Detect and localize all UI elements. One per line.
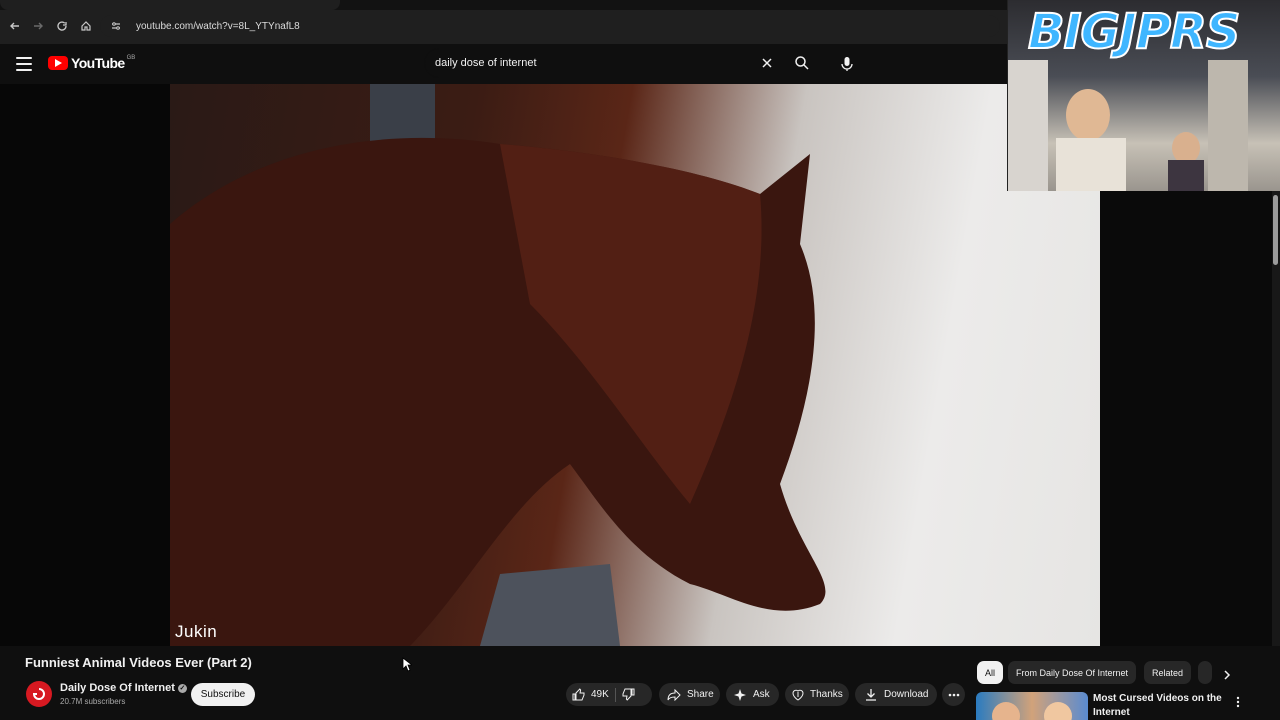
search-box[interactable]: daily dose of internet: [424, 48, 784, 78]
more-horizontal-icon: [948, 689, 960, 700]
chip-partial[interactable]: [1198, 661, 1212, 684]
back-icon[interactable]: [5, 16, 25, 36]
webcam-overlay-title: BIGJPRS: [1027, 3, 1241, 61]
video-watermark: Jukin: [175, 622, 218, 641]
channel-name-row[interactable]: Daily Dose Of Internet ✓: [60, 682, 187, 694]
more-vertical-icon[interactable]: [1232, 694, 1244, 710]
player-right-margin: [1100, 190, 1272, 646]
more-actions-button[interactable]: [942, 683, 965, 706]
menu-icon[interactable]: [16, 57, 32, 71]
chevron-right-icon[interactable]: [1219, 667, 1235, 683]
forward-icon[interactable]: [28, 16, 48, 36]
video-frame: [170, 84, 826, 646]
verified-icon: ✓: [177, 683, 187, 693]
recommendation-title[interactable]: Most Cursed Videos on the Internet: [1093, 692, 1223, 720]
ask-button[interactable]: Ask: [726, 683, 779, 706]
search-icon[interactable]: [786, 51, 818, 75]
player-left-margin: [0, 84, 170, 646]
snow-object: [480, 564, 620, 646]
like-divider: [614, 687, 616, 702]
like-icon[interactable]: [572, 688, 585, 701]
share-label: Share: [687, 689, 714, 700]
url-text[interactable]: youtube.com/watch?v=8L_YTYnafL8: [136, 21, 300, 32]
channel-avatar[interactable]: [26, 681, 52, 707]
dislike-icon[interactable]: [622, 688, 635, 701]
download-label: Download: [884, 689, 929, 700]
video-player[interactable]: Jukin: [170, 84, 1100, 646]
sparkle-icon: [734, 688, 746, 701]
search-input[interactable]: daily dose of internet: [435, 57, 755, 69]
active-tab[interactable]: [0, 0, 340, 10]
recommendation-thumbnail[interactable]: [976, 692, 1088, 720]
scrollbar-thumb[interactable]: [1273, 195, 1278, 265]
home-icon[interactable]: [76, 16, 96, 36]
download-button[interactable]: Download: [855, 683, 937, 706]
chip-from-channel[interactable]: From Daily Dose Of Internet: [1008, 661, 1137, 684]
channel-name[interactable]: Daily Dose Of Internet: [60, 682, 175, 694]
microphone-icon[interactable]: [832, 49, 862, 79]
chip-all[interactable]: All: [977, 661, 1004, 684]
subscriber-count: 20.7M subscribers: [60, 697, 126, 706]
download-icon: [865, 688, 877, 701]
share-icon: [667, 688, 681, 701]
thumbnail-faces: [992, 702, 1072, 720]
chip-related[interactable]: Related: [1144, 661, 1192, 684]
site-info-icon[interactable]: [108, 18, 124, 34]
youtube-play-icon: [48, 56, 68, 70]
video-title: Funniest Animal Videos Ever (Part 2): [25, 655, 252, 670]
clear-search-icon[interactable]: [755, 51, 779, 75]
logo-region: GB: [126, 55, 136, 61]
thanks-icon: [792, 688, 804, 701]
ask-label: Ask: [753, 689, 770, 700]
address-bar[interactable]: youtube.com/watch?v=8L_YTYnafL8: [100, 15, 1000, 37]
thanks-button[interactable]: Thanks: [785, 683, 849, 706]
like-count[interactable]: 49K: [591, 689, 609, 700]
streamer-webcam-overlay: BIGJPRS: [1007, 0, 1280, 191]
youtube-logo[interactable]: YouTube GB: [48, 55, 135, 71]
like-dislike-group: 49K: [566, 683, 652, 706]
share-button[interactable]: Share: [659, 683, 720, 706]
reload-icon[interactable]: [52, 16, 72, 36]
logo-text: YouTube: [71, 55, 125, 71]
thanks-label: Thanks: [810, 689, 843, 700]
subscribe-button[interactable]: Subscribe: [191, 683, 255, 706]
mouse-cursor-icon: [402, 657, 414, 677]
